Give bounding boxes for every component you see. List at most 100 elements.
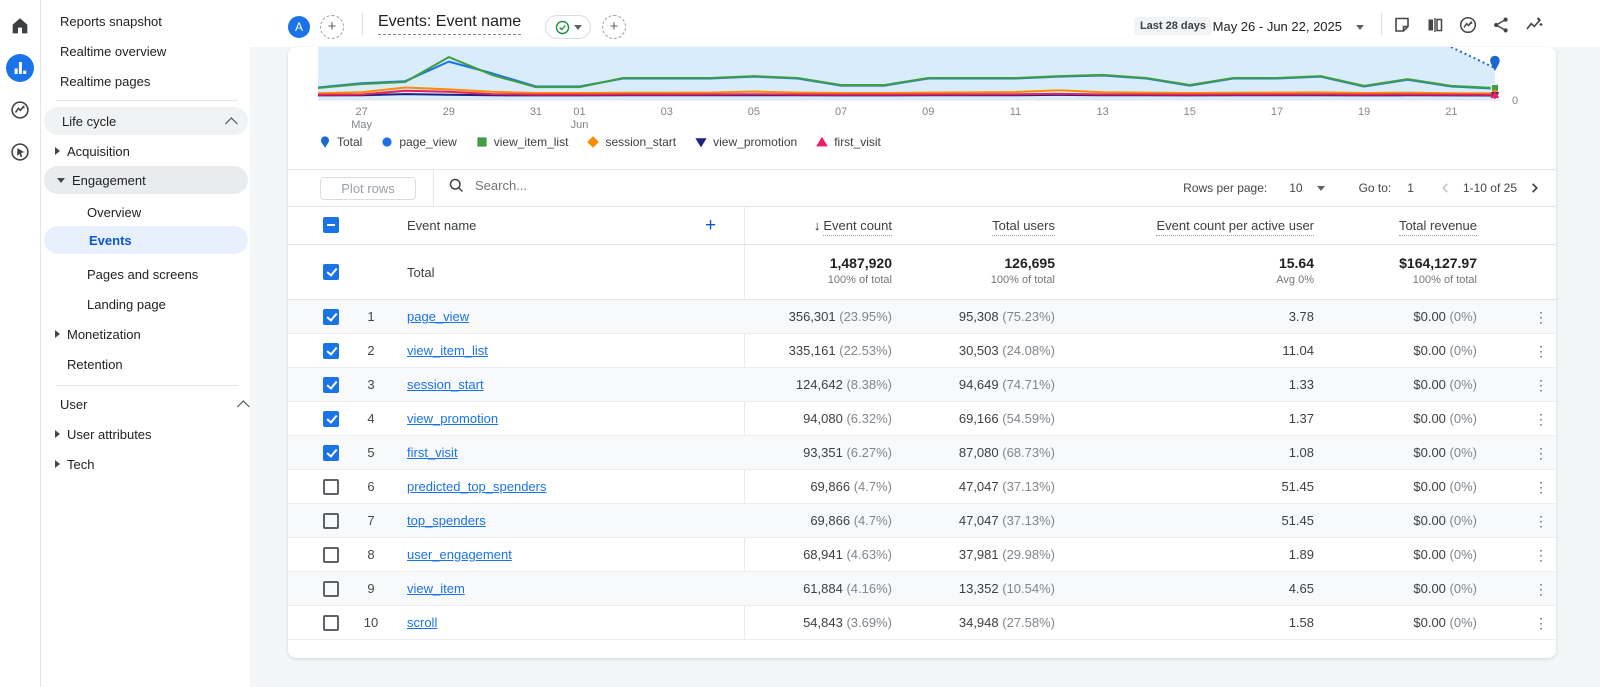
plot-rows-button[interactable]: Plot rows xyxy=(320,177,416,200)
event-name-link[interactable]: page_view xyxy=(407,300,469,334)
select-all-checkbox[interactable] xyxy=(323,217,339,233)
row-menu-icon[interactable]: ⋮ xyxy=(1532,300,1550,334)
event-name-link[interactable]: view_promotion xyxy=(407,402,498,436)
row-checkbox[interactable] xyxy=(323,309,339,325)
event-name-link[interactable]: view_item_list xyxy=(407,334,488,368)
search-input[interactable] xyxy=(475,178,775,193)
sidebar-item-retention[interactable]: Retention xyxy=(42,350,250,378)
event-name-link[interactable]: session_start xyxy=(407,368,484,402)
row-menu-icon[interactable]: ⋮ xyxy=(1532,436,1550,470)
sidebar-item-events[interactable]: Events xyxy=(44,226,248,254)
trends-icon[interactable] xyxy=(1524,15,1544,35)
row-rank: 6 xyxy=(358,470,384,504)
expand-arrow-icon xyxy=(55,430,60,438)
next-page-icon[interactable] xyxy=(1529,182,1540,194)
event-name-link[interactable]: predicted_top_spenders xyxy=(407,470,547,504)
total-revenue-cell: $0.00 (0%) xyxy=(1413,606,1477,640)
sidebar-item-realtime-pages[interactable]: Realtime pages xyxy=(42,67,250,95)
profile-avatar[interactable]: A xyxy=(288,16,310,38)
total-revenue-cell: $0.00 (0%) xyxy=(1413,402,1477,436)
home-icon[interactable] xyxy=(6,12,34,40)
row-rank: 7 xyxy=(358,504,384,538)
row-rank: 8 xyxy=(358,538,384,572)
total-revenue-cell: $0.00 (0%) xyxy=(1413,470,1477,504)
comparison-icon[interactable] xyxy=(1425,15,1445,35)
per-active-user-cell: 11.04 xyxy=(1282,334,1314,368)
report-status-button[interactable] xyxy=(545,15,591,39)
legend-marker-icon xyxy=(318,135,332,149)
column-header-total-users[interactable]: Total users xyxy=(992,218,1055,233)
reports-icon[interactable] xyxy=(6,54,34,82)
row-menu-icon[interactable]: ⋮ xyxy=(1532,334,1550,368)
svg-text:29: 29 xyxy=(443,106,455,118)
advertising-icon[interactable] xyxy=(6,138,34,166)
left-icon-rail xyxy=(0,0,41,687)
sidebar-item-user-attributes[interactable]: User attributes xyxy=(42,420,250,448)
event-count-cell: 335,161 (22.53%) xyxy=(789,334,892,368)
row-checkbox[interactable] xyxy=(323,479,339,495)
sidebar-item-landing-page[interactable]: Landing page xyxy=(42,290,250,318)
rows-per-page-value[interactable]: 10 xyxy=(1289,181,1302,195)
row-menu-icon[interactable]: ⋮ xyxy=(1532,606,1550,640)
note-icon[interactable] xyxy=(1392,15,1412,35)
app-root: Reports snapshot Realtime overview Realt… xyxy=(0,0,1600,687)
sidebar-section-user[interactable]: User xyxy=(42,390,250,418)
goto-page-value[interactable]: 1 xyxy=(1407,181,1414,195)
report-title[interactable]: Events: Event name xyxy=(378,13,521,35)
per-active-user-cell: 1.37 xyxy=(1289,402,1314,436)
sidebar-section-life-cycle[interactable]: Life cycle xyxy=(44,107,248,135)
event-name-link[interactable]: top_spenders xyxy=(407,504,486,538)
row-checkbox[interactable] xyxy=(323,547,339,563)
events-line-chart[interactable]: 27May293101Jun030507091113151719210 xyxy=(288,47,1556,135)
table-row: 6 predicted_top_spenders 69,866 (4.7%) 4… xyxy=(288,470,1556,504)
row-checkbox[interactable] xyxy=(323,343,339,359)
column-header-event-count-per-active-user[interactable]: Event count per active user xyxy=(1156,218,1314,233)
sidebar-item-overview[interactable]: Overview xyxy=(42,198,250,226)
sidebar-item-realtime-overview[interactable]: Realtime overview xyxy=(42,37,250,65)
events-report-card: 27May293101Jun030507091113151719210 Tota… xyxy=(288,47,1556,658)
event-name-link[interactable]: scroll xyxy=(407,606,437,640)
totals-checkbox[interactable] xyxy=(323,264,339,280)
row-menu-icon[interactable]: ⋮ xyxy=(1532,572,1550,606)
add-comparison-button[interactable]: + xyxy=(320,15,344,39)
sidebar-item-tech[interactable]: Tech xyxy=(42,450,250,478)
sidebar-item-pages-and-screens[interactable]: Pages and screens xyxy=(42,260,250,288)
event-name-link[interactable]: user_engagement xyxy=(407,538,512,572)
sidebar-item-monetization[interactable]: Monetization xyxy=(42,320,250,348)
row-rank: 1 xyxy=(358,300,384,334)
insights-icon[interactable] xyxy=(1458,15,1478,35)
total-users-cell: 34,948 (27.58%) xyxy=(959,606,1055,640)
share-icon[interactable] xyxy=(1491,15,1511,35)
sidebar-item-engagement[interactable]: Engagement xyxy=(44,166,248,194)
row-menu-icon[interactable]: ⋮ xyxy=(1532,368,1550,402)
sort-desc-icon: ↓ xyxy=(814,218,821,233)
sidebar-item-reports-snapshot[interactable]: Reports snapshot xyxy=(42,7,250,35)
row-checkbox[interactable] xyxy=(323,377,339,393)
column-header-event-name[interactable]: Event name xyxy=(407,218,476,233)
column-header-total-revenue[interactable]: Total revenue xyxy=(1399,218,1477,233)
chevron-down-icon[interactable] xyxy=(1317,186,1325,191)
event-count-cell: 61,884 (4.16%) xyxy=(803,572,892,606)
previous-page-icon[interactable] xyxy=(1440,182,1451,194)
row-checkbox[interactable] xyxy=(323,513,339,529)
row-menu-icon[interactable]: ⋮ xyxy=(1532,504,1550,538)
column-header-event-count[interactable]: ↓Event count xyxy=(814,218,892,233)
row-menu-icon[interactable]: ⋮ xyxy=(1532,538,1550,572)
add-column-icon[interactable]: + xyxy=(705,215,716,237)
row-menu-icon[interactable]: ⋮ xyxy=(1532,470,1550,504)
date-range-selector[interactable]: May 26 - Jun 22, 2025 xyxy=(1213,19,1342,34)
add-report-button[interactable]: + xyxy=(602,15,626,39)
row-checkbox[interactable] xyxy=(323,615,339,631)
per-active-user-cell: 51.45 xyxy=(1281,470,1314,504)
row-rank: 9 xyxy=(358,572,384,606)
total-revenue-cell: $0.00 (0%) xyxy=(1413,334,1477,368)
row-checkbox[interactable] xyxy=(323,581,339,597)
row-menu-icon[interactable]: ⋮ xyxy=(1532,402,1550,436)
row-checkbox[interactable] xyxy=(323,445,339,461)
row-checkbox[interactable] xyxy=(323,411,339,427)
explore-icon[interactable] xyxy=(6,96,34,124)
event-name-link[interactable]: first_visit xyxy=(407,436,458,470)
svg-text:0: 0 xyxy=(1512,95,1518,107)
event-name-link[interactable]: view_item xyxy=(407,572,465,606)
sidebar-item-acquisition[interactable]: Acquisition xyxy=(42,137,250,165)
